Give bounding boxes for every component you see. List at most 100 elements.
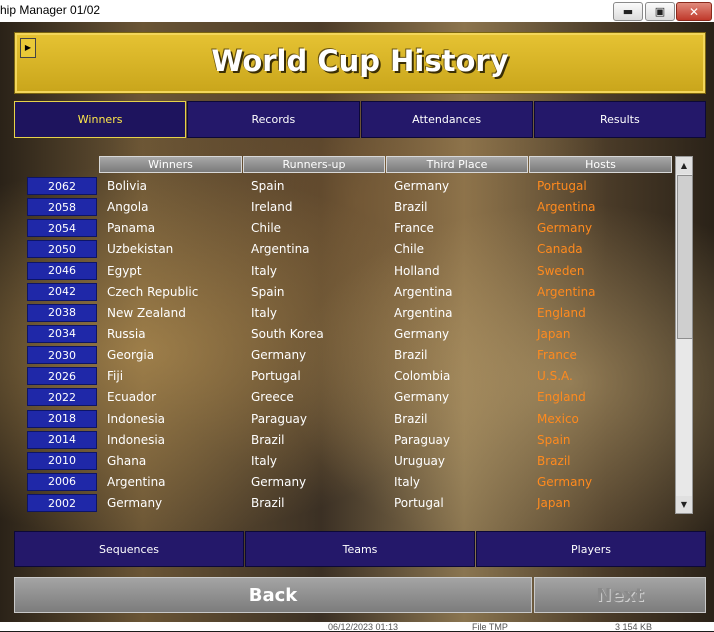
year-cell: 2026 (27, 367, 97, 386)
table-row[interactable]: 2002 Germany Brazil Portugal Japan (27, 493, 675, 514)
hosts-cell: Japan (537, 326, 571, 341)
menu-button[interactable]: ▶ (20, 38, 36, 58)
tab-bar: Winners Records Attendances Results (14, 101, 706, 138)
year-cell: 2050 (27, 240, 97, 259)
hosts-cell: France (537, 348, 577, 363)
table-row[interactable]: 2054 Panama Chile France Germany (27, 218, 675, 239)
third-cell: Portugal (394, 496, 444, 511)
year-cell: 2038 (27, 303, 97, 322)
year-cell: 2062 (27, 177, 97, 195)
column-header-hosts[interactable]: Hosts (529, 156, 672, 173)
third-cell: Italy (394, 474, 421, 489)
table-row[interactable]: 2062 Bolivia Spain Germany Portugal (27, 176, 675, 197)
winners-cell: Ghana (107, 453, 147, 468)
tab-results[interactable]: Results (533, 101, 706, 138)
minimize-button[interactable]: ▬ (613, 2, 643, 21)
hosts-cell: Japan (537, 496, 571, 511)
third-cell: France (394, 221, 434, 236)
hosts-cell: Germany (537, 221, 593, 236)
table-row[interactable]: 2050 Uzbekistan Argentina Chile Canada (27, 239, 675, 260)
table-row[interactable]: 2014 Indonesia Brazil Paraguay Spain (27, 430, 675, 451)
minimize-icon: ▬ (622, 5, 634, 18)
results-table: 2062 Bolivia Spain Germany Portugal 2058 Angol… (27, 176, 675, 514)
sequences-button[interactable]: Sequences (14, 531, 244, 567)
runners-up-cell: South Korea (251, 326, 324, 341)
table-row[interactable]: 2010 Ghana Italy Uruguay Brazil (27, 451, 675, 472)
table-row[interactable]: 2038 New Zealand Italy Argentina England (27, 303, 675, 324)
scroll-down-button[interactable]: ▼ (676, 496, 692, 513)
runners-up-cell: Chile (251, 221, 282, 236)
year-cell: 2014 (27, 430, 97, 449)
third-cell: Argentina (394, 305, 453, 320)
year-cell: 2058 (27, 198, 97, 217)
year-cell: 2022 (27, 388, 97, 407)
close-icon: ✕ (688, 4, 700, 19)
table-row[interactable]: 2058 Angola Ireland Brazil Argentina (27, 197, 675, 218)
runners-up-cell: Germany (251, 348, 307, 363)
year-cell: 2002 (27, 494, 97, 513)
year-cell: 2034 (27, 324, 97, 343)
winners-cell: Czech Republic (107, 284, 199, 299)
third-cell: Chile (394, 242, 425, 257)
table-row[interactable]: 2030 Georgia Germany Brazil France (27, 345, 675, 366)
maximize-icon: ▣ (654, 5, 666, 18)
year-cell: 2042 (27, 282, 97, 301)
winners-cell: Georgia (107, 348, 155, 363)
table-row[interactable]: 2046 Egypt Italy Holland Sweden (27, 261, 675, 282)
teams-button[interactable]: Teams (245, 531, 475, 567)
winners-cell: Egypt (107, 263, 142, 278)
column-header-runners-up[interactable]: Runners-up (243, 156, 385, 173)
table-scrollbar[interactable]: ▲ ▼ (675, 156, 693, 514)
table-row[interactable]: 2042 Czech Republic Spain Argentina Argentin… (27, 282, 675, 303)
hosts-cell: Portugal (537, 179, 587, 193)
tab-records[interactable]: Records (187, 101, 360, 138)
third-cell: Brazil (394, 411, 428, 426)
third-cell: Paraguay (394, 432, 451, 447)
hosts-cell: Argentina (537, 284, 596, 299)
column-header-third-place[interactable]: Third Place (386, 156, 528, 173)
table-row[interactable]: 2022 Ecuador Greece Germany England (27, 387, 675, 408)
scroll-thumb[interactable] (677, 175, 693, 339)
table-row[interactable]: 2006 Argentina Germany Italy Germany (27, 472, 675, 493)
table-row[interactable]: 2026 Fiji Portugal Colombia U.S.A. (27, 366, 675, 387)
winners-cell: Russia (107, 326, 146, 341)
winners-cell: Argentina (107, 474, 166, 489)
third-cell: Argentina (394, 284, 453, 299)
hosts-cell: England (537, 305, 586, 320)
winners-cell: Panama (107, 221, 156, 236)
close-button[interactable]: ✕ (676, 2, 712, 21)
winners-cell: Angola (107, 200, 149, 215)
next-button[interactable]: Next (534, 577, 706, 613)
hosts-cell: Sweden (537, 263, 585, 278)
back-button[interactable]: Back (14, 577, 532, 613)
third-cell: Brazil (394, 200, 428, 215)
third-cell: Colombia (394, 369, 451, 384)
hosts-cell: Canada (537, 242, 583, 257)
table-row[interactable]: 2034 Russia South Korea Germany Japan (27, 324, 675, 345)
hosts-cell: Brazil (537, 453, 571, 468)
maximize-button[interactable]: ▣ (645, 2, 675, 21)
third-cell: Holland (394, 263, 440, 278)
tab-winners[interactable]: Winners (14, 101, 187, 138)
window-title: hip Manager 01/02 (0, 3, 101, 17)
year-cell: 2006 (27, 472, 97, 491)
third-cell: Germany (394, 179, 450, 193)
winners-cell: Indonesia (107, 411, 166, 426)
winners-cell: Germany (107, 496, 163, 511)
runners-up-cell: Italy (251, 263, 278, 278)
tab-attendances[interactable]: Attendances (360, 101, 533, 138)
players-button[interactable]: Players (476, 531, 706, 567)
runners-up-cell: Germany (251, 474, 307, 489)
hosts-cell: Spain (537, 432, 571, 447)
table-row[interactable]: 2018 Indonesia Paraguay Brazil Mexico (27, 409, 675, 430)
hosts-cell: Argentina (537, 200, 596, 215)
title-bar: hip Manager 01/02 ▬ ▣ ✕ (0, 0, 714, 22)
scroll-up-button[interactable]: ▲ (676, 157, 692, 174)
runners-up-cell: Brazil (251, 496, 285, 511)
year-cell: 2018 (27, 409, 97, 428)
column-header-winners[interactable]: Winners (99, 156, 242, 173)
winners-cell: Ecuador (107, 390, 157, 405)
runners-up-cell: Greece (251, 390, 294, 405)
arrow-up-icon: ▲ (680, 160, 688, 170)
runners-up-cell: Portugal (251, 369, 301, 384)
